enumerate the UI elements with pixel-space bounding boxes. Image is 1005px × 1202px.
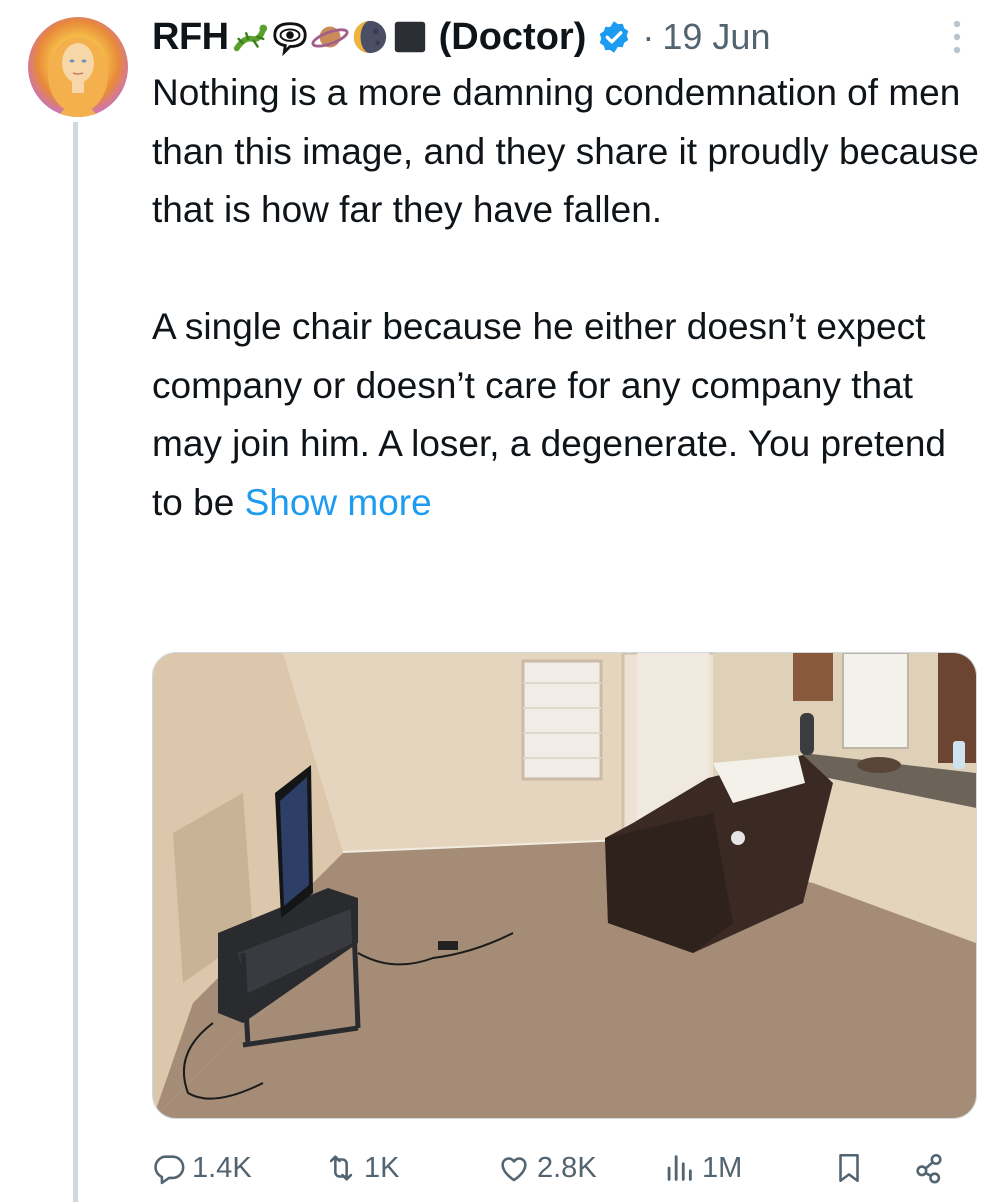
reply-icon (154, 1155, 185, 1185)
thread-line (73, 122, 78, 1202)
verified-badge-icon[interactable] (596, 19, 632, 55)
post-date[interactable]: 19 Jun (662, 16, 770, 58)
post-media-image[interactable] (152, 652, 977, 1119)
repost-button[interactable]: 1K (324, 1142, 399, 1194)
like-count: 2.8K (537, 1151, 597, 1184)
post-header: RFH (Doctor) · 19 Jun (152, 8, 972, 66)
black-square-icon (391, 18, 429, 56)
waning-moon-icon (351, 18, 389, 56)
author-name[interactable]: RFH (152, 16, 229, 59)
more-options-icon[interactable] (942, 14, 972, 60)
show-more-link[interactable]: Show more (245, 482, 432, 523)
avatar[interactable] (28, 17, 128, 117)
post-paragraph-2: A single chair because he either doesn’t… (152, 298, 982, 532)
ringed-planet-icon (311, 18, 349, 56)
views-icon (667, 1155, 692, 1181)
reply-count: 1.4K (192, 1151, 252, 1184)
eye-in-speech-bubble-icon (271, 18, 309, 56)
lizard-icon (231, 18, 269, 56)
views-button[interactable]: 1M (662, 1142, 742, 1194)
repost-icon (329, 1155, 353, 1181)
repost-count: 1K (364, 1151, 400, 1184)
action-bar: 1.4K 1K 2.8K 1M (152, 1142, 962, 1194)
share-icon (916, 1153, 942, 1184)
post-text: Nothing is a more damning condemnation o… (152, 64, 982, 532)
like-button[interactable]: 2.8K (497, 1142, 597, 1194)
views-count: 1M (702, 1151, 743, 1184)
share-button[interactable] (912, 1142, 952, 1194)
reply-button[interactable]: 1.4K (152, 1142, 252, 1194)
author-title: (Doctor) (438, 15, 587, 58)
bookmark-button[interactable] (832, 1142, 872, 1194)
separator: · (642, 16, 655, 57)
bookmark-icon (839, 1153, 859, 1183)
post-paragraph-1: Nothing is a more damning condemnation o… (152, 72, 979, 230)
heart-icon (501, 1157, 527, 1182)
